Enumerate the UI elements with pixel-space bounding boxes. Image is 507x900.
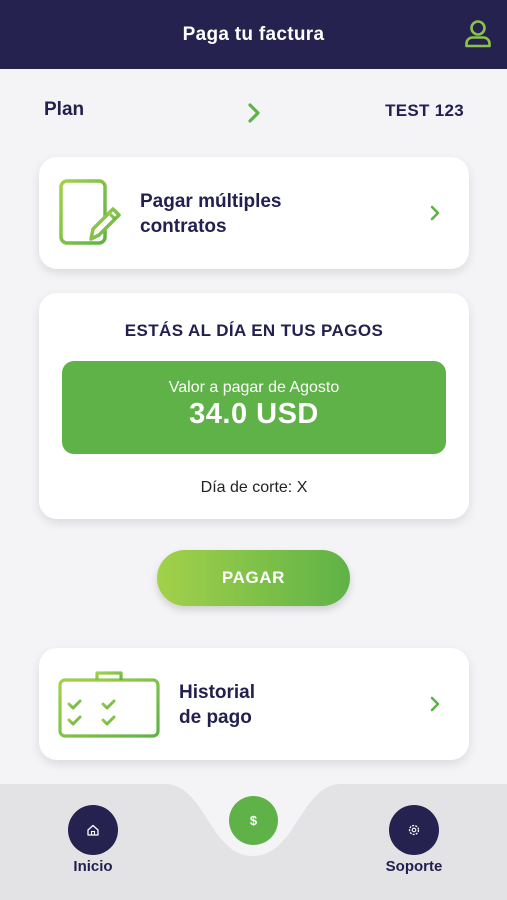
payment-history-label: Historial de pago: [179, 682, 256, 728]
nav-support-circle: [389, 805, 439, 855]
settings-icon: [408, 824, 420, 836]
chevron-right-icon: [430, 696, 440, 712]
chevron-right-icon[interactable]: [244, 100, 266, 126]
page-title: Paga tu factura: [182, 23, 325, 45]
user-icon: [465, 20, 491, 48]
plan-label: Plan: [44, 99, 85, 120]
dollar-icon: $: [249, 813, 258, 828]
home-icon: [87, 824, 99, 836]
multiple-contracts-label: Pagar múltiples contratos: [140, 191, 282, 237]
nav-support[interactable]: Soporte: [364, 784, 464, 900]
pay-button[interactable]: PAGAR: [157, 550, 350, 606]
amount-due-box: Valor a pagar de Agosto 34.0 USD: [62, 361, 446, 454]
checklist-board-icon: [58, 671, 160, 738]
amount-caption: Valor a pagar de Agosto: [168, 379, 340, 396]
app-header: Paga tu factura: [0, 0, 507, 69]
profile-button[interactable]: [463, 18, 493, 50]
nav-home[interactable]: Inicio: [43, 784, 143, 900]
payment-history-card[interactable]: Historial de pago: [39, 648, 469, 760]
amount-value: 34.0 USD: [189, 398, 319, 430]
nav-home-circle: [68, 805, 118, 855]
document-edit-icon: [59, 179, 121, 245]
status-title: ESTÁS AL DÍA EN TUS PAGOS: [124, 321, 384, 340]
plan-value: TEST 123: [385, 101, 464, 120]
payments-nav-button[interactable]: $: [229, 796, 278, 845]
chevron-right-icon: [430, 205, 440, 221]
plan-selector[interactable]: Plan TEST 123: [44, 99, 464, 125]
multiple-contracts-card[interactable]: Pagar múltiples contratos: [39, 157, 469, 269]
payment-status-card: ESTÁS AL DÍA EN TUS PAGOS Valor a pagar …: [39, 293, 469, 519]
nav-home-label: Inicio: [73, 858, 113, 875]
cutoff-day: Día de corte: X: [200, 479, 308, 496]
nav-support-label: Soporte: [385, 858, 443, 875]
